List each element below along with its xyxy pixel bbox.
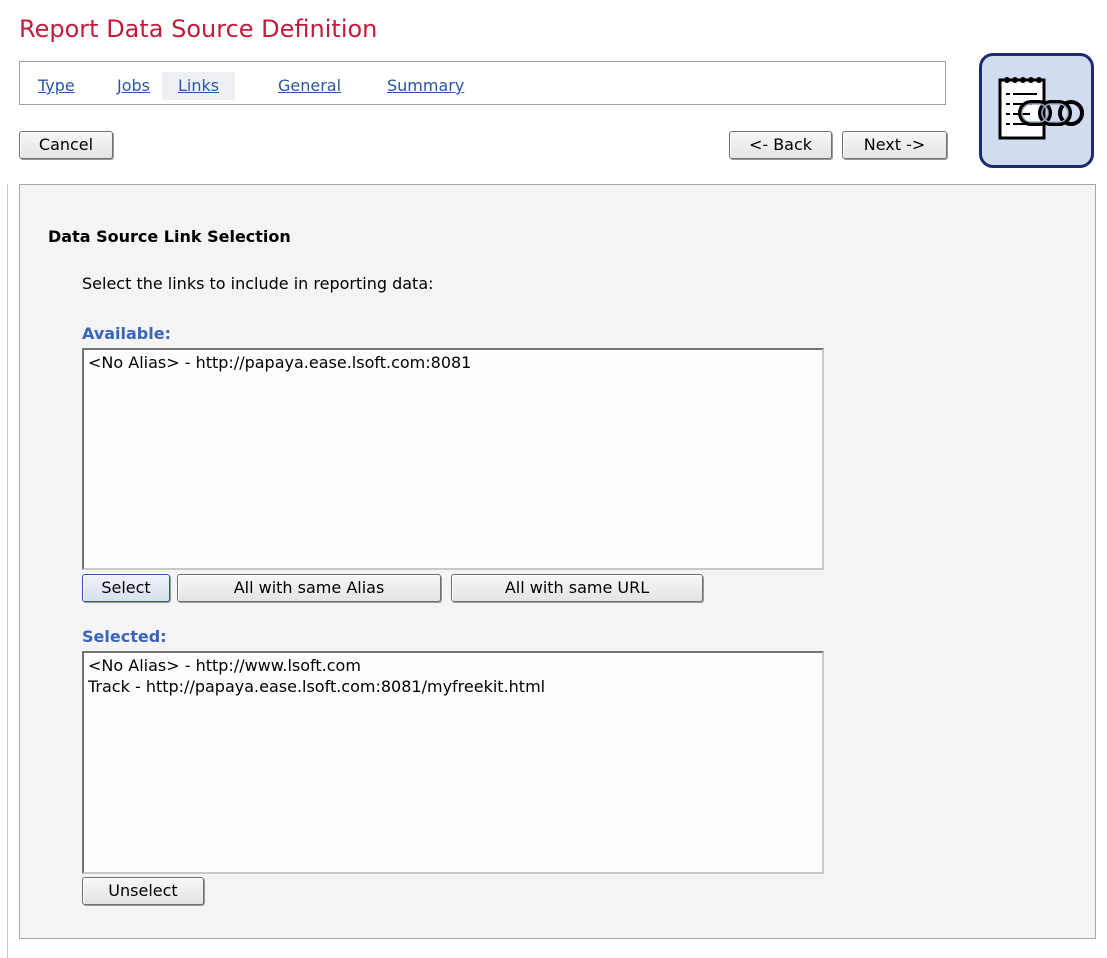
- list-item[interactable]: <No Alias> - http://www.lsoft.com: [88, 655, 818, 676]
- selected-links-list[interactable]: <No Alias> - http://www.lsoft.com Track …: [82, 651, 824, 874]
- tab-type[interactable]: Type: [38, 72, 75, 100]
- unselect-button[interactable]: Unselect: [82, 877, 204, 905]
- list-item[interactable]: <No Alias> - http://papaya.ease.lsoft.co…: [88, 352, 818, 373]
- back-button[interactable]: <- Back: [729, 131, 832, 159]
- next-button[interactable]: Next ->: [842, 131, 947, 159]
- instructions-text: Select the links to include in reporting…: [82, 274, 434, 293]
- select-same-url-button[interactable]: All with same URL: [451, 574, 703, 602]
- tab-summary[interactable]: Summary: [387, 72, 464, 100]
- tab-jobs[interactable]: Jobs: [117, 72, 150, 100]
- list-item[interactable]: Track - http://papaya.ease.lsoft.com:808…: [88, 676, 818, 697]
- wizard-tab-bar: Type Jobs Links General Summary: [19, 61, 946, 105]
- report-link-chain-icon: [979, 53, 1094, 168]
- tab-general[interactable]: General: [278, 72, 341, 100]
- cancel-button[interactable]: Cancel: [19, 131, 113, 159]
- page-title: Report Data Source Definition: [19, 15, 378, 43]
- tab-links[interactable]: Links: [162, 72, 236, 100]
- select-same-alias-button[interactable]: All with same Alias: [177, 574, 441, 602]
- available-label: Available:: [82, 324, 171, 343]
- select-button[interactable]: Select: [82, 574, 170, 602]
- selected-label: Selected:: [82, 627, 167, 646]
- section-title: Data Source Link Selection: [48, 227, 291, 246]
- available-links-list[interactable]: <No Alias> - http://papaya.ease.lsoft.co…: [82, 348, 824, 570]
- left-divider: [7, 184, 8, 958]
